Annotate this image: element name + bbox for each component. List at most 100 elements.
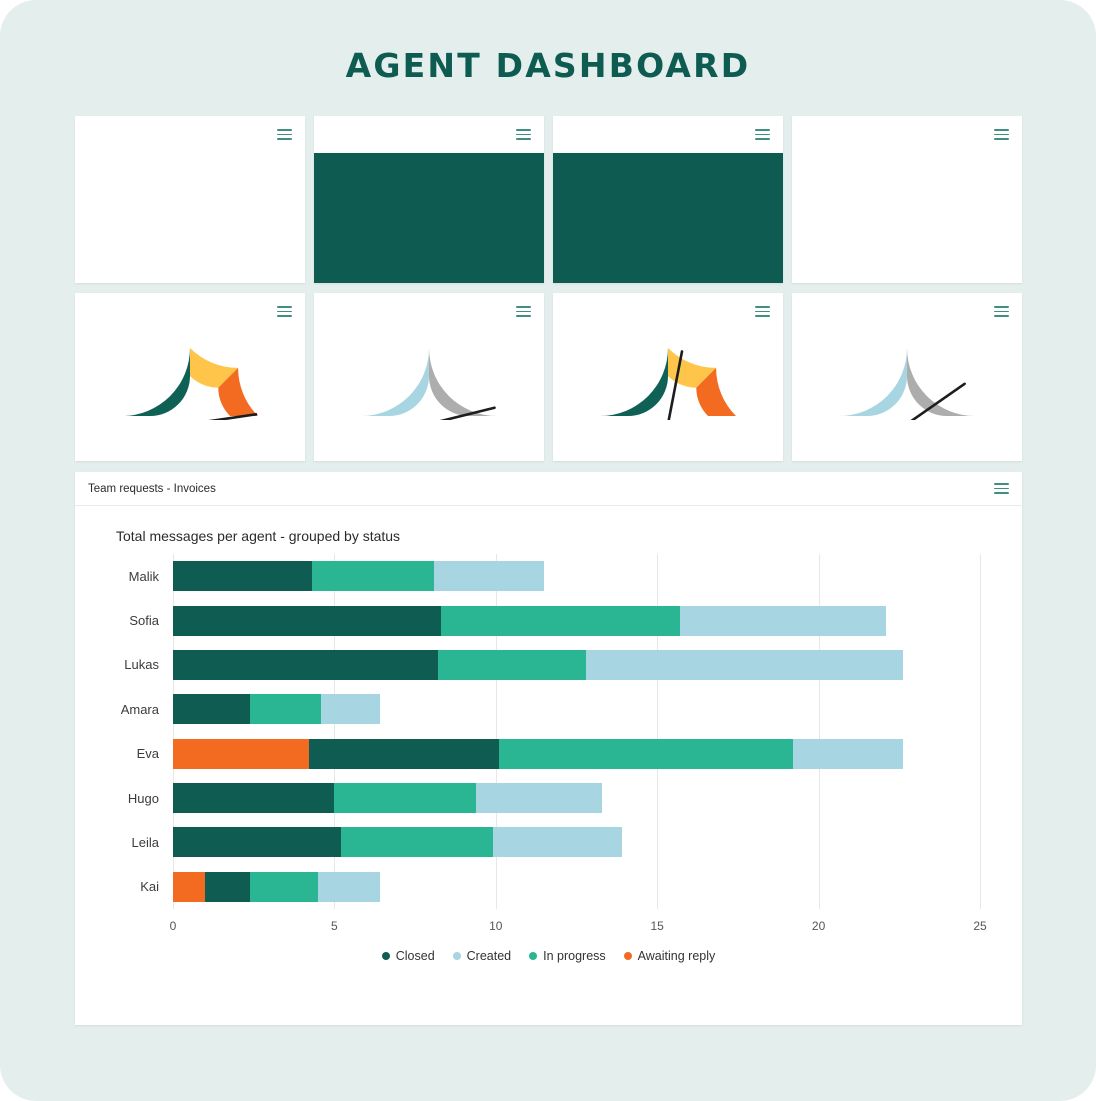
- bar-category-label: Amara: [81, 702, 173, 717]
- legend-item[interactable]: In progress: [529, 949, 606, 963]
- bar-category-label: Kai: [81, 879, 173, 894]
- chart-legend: Closed Created In progress Awaiting reply: [75, 949, 1022, 963]
- bar-category-label: Leila: [81, 835, 173, 850]
- bar-segment[interactable]: [318, 872, 379, 902]
- bar-category-label: Lukas: [81, 657, 173, 672]
- bar-track: [173, 650, 980, 680]
- bar-segment[interactable]: [309, 739, 499, 769]
- gauge-card-header: [792, 293, 1022, 330]
- bar-track: [173, 561, 980, 591]
- bar-track: [173, 739, 980, 769]
- legend-color-dot: [624, 952, 632, 960]
- kpi-card-header: [75, 116, 305, 153]
- gauge-card-row: [75, 293, 1022, 461]
- legend-color-dot: [453, 952, 461, 960]
- bar-segment[interactable]: [173, 783, 334, 813]
- bar-segment[interactable]: [173, 827, 341, 857]
- hamburger-menu-icon[interactable]: [994, 126, 1009, 143]
- bar-segment[interactable]: [173, 872, 205, 902]
- hamburger-menu-icon[interactable]: [277, 303, 292, 320]
- gauge-dial: [115, 338, 265, 420]
- chart-area: Total messages per agent - grouped by st…: [75, 506, 1022, 1025]
- bar-rows: MalikSofiaLukasAmaraEvaHugoLeilaKai: [173, 554, 980, 909]
- legend-item[interactable]: Closed: [382, 949, 435, 963]
- bar-category-label: Malik: [81, 569, 173, 584]
- legend-label: Awaiting reply: [638, 949, 716, 963]
- gauge-wrap: [593, 338, 743, 420]
- chart-panel-title: Team requests - Invoices: [88, 483, 216, 495]
- hamburger-menu-icon[interactable]: [755, 126, 770, 143]
- gauge-card-header: [314, 293, 544, 330]
- bar-chart-plot: MalikSofiaLukasAmaraEvaHugoLeilaKai: [173, 554, 980, 909]
- legend-item[interactable]: Created: [453, 949, 511, 963]
- legend-item[interactable]: Awaiting reply: [624, 949, 716, 963]
- hamburger-menu-icon[interactable]: [516, 126, 531, 143]
- bar-category-label: Sofia: [81, 613, 173, 628]
- bar-segment[interactable]: [173, 739, 309, 769]
- bar-segment[interactable]: [680, 606, 887, 636]
- bar-segment[interactable]: [793, 739, 903, 769]
- bar-segment[interactable]: [312, 561, 435, 591]
- bar-segment[interactable]: [434, 561, 544, 591]
- bar-track: [173, 827, 980, 857]
- kpi-card-body: [75, 153, 305, 283]
- page-title: AGENT DASHBOARD: [0, 0, 1096, 85]
- hamburger-menu-icon[interactable]: [516, 303, 531, 320]
- dashboard-root: AGENT DASHBOARD Team requests - Invoices…: [0, 0, 1096, 1101]
- bar-segment[interactable]: [499, 739, 793, 769]
- bar-segment[interactable]: [438, 650, 586, 680]
- bar-segment[interactable]: [250, 694, 321, 724]
- kpi-card-header: [553, 116, 783, 153]
- bar-segment[interactable]: [441, 606, 680, 636]
- chart-panel: Team requests - Invoices Total messages …: [75, 472, 1022, 1025]
- bar-category-label: Eva: [81, 746, 173, 761]
- bar-row: Leila: [173, 820, 980, 864]
- bar-segment[interactable]: [341, 827, 493, 857]
- gauge-wrap: [832, 338, 982, 420]
- legend-color-dot: [529, 952, 537, 960]
- legend-label: In progress: [543, 949, 606, 963]
- hamburger-menu-icon[interactable]: [277, 126, 292, 143]
- bar-category-label: Hugo: [81, 791, 173, 806]
- kpi-card-body: [553, 153, 783, 283]
- kpi-card: [792, 116, 1022, 283]
- bar-row: Eva: [173, 732, 980, 776]
- kpi-card-header: [314, 116, 544, 153]
- legend-color-dot: [382, 952, 390, 960]
- gauge-card-header: [553, 293, 783, 330]
- hamburger-menu-icon[interactable]: [994, 303, 1009, 320]
- bar-track: [173, 872, 980, 902]
- bar-segment[interactable]: [173, 561, 312, 591]
- hamburger-menu-icon[interactable]: [755, 303, 770, 320]
- kpi-card-row: [75, 116, 1022, 283]
- kpi-card-header: [792, 116, 1022, 153]
- gauge-card-header: [75, 293, 305, 330]
- kpi-card: [314, 116, 544, 283]
- bar-segment[interactable]: [476, 783, 602, 813]
- hamburger-menu-icon[interactable]: [994, 480, 1009, 497]
- bar-segment[interactable]: [173, 694, 250, 724]
- gauge-dial: [832, 338, 982, 420]
- gauge-card-body: [792, 330, 1022, 461]
- x-axis-tick: 0: [170, 919, 177, 933]
- bar-segment[interactable]: [250, 872, 318, 902]
- gauge-card-body: [314, 330, 544, 461]
- bar-segment[interactable]: [334, 783, 476, 813]
- gauge-card: [792, 293, 1022, 461]
- x-axis-tick: 5: [331, 919, 338, 933]
- bar-row: Sofia: [173, 598, 980, 642]
- bar-row: Malik: [173, 554, 980, 598]
- bar-segment[interactable]: [321, 694, 379, 724]
- bar-segment[interactable]: [205, 872, 250, 902]
- gauge-wrap: [354, 338, 504, 420]
- gauge-card: [314, 293, 544, 461]
- bar-segment[interactable]: [173, 606, 441, 636]
- chart-panel-header: Team requests - Invoices: [75, 472, 1022, 506]
- bar-row: Kai: [173, 865, 980, 909]
- kpi-card: [553, 116, 783, 283]
- bar-segment[interactable]: [173, 650, 438, 680]
- bar-segment[interactable]: [493, 827, 622, 857]
- kpi-card: [75, 116, 305, 283]
- bar-segment[interactable]: [586, 650, 902, 680]
- gauge-dial: [354, 338, 504, 420]
